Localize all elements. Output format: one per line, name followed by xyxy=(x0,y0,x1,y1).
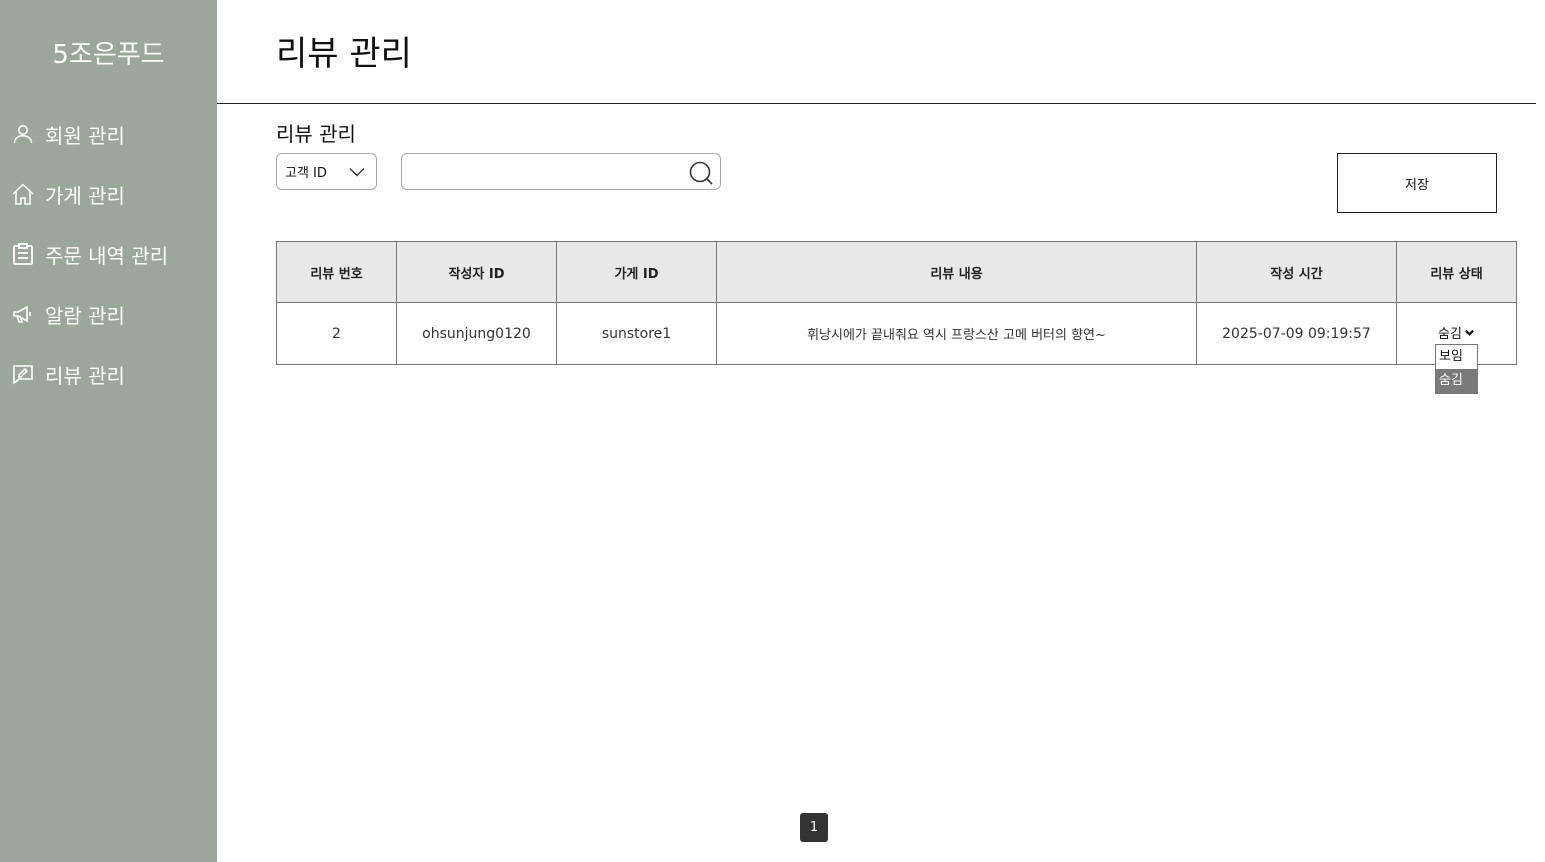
sidebar-item-label: 가게 관리 xyxy=(45,183,125,208)
megaphone-icon xyxy=(10,301,36,327)
column-header-content: 리뷰 내용 xyxy=(716,241,1197,303)
sidebar: 5조은푸드 회원 관리 가게 관리 주문 내역 관리 알람 관리 리뷰 관리 xyxy=(0,0,217,862)
sidebar-item-stores[interactable]: 가게 관리 xyxy=(10,178,125,210)
column-header-created-at: 작성 시간 xyxy=(1196,241,1397,303)
cell-review-no: 2 xyxy=(276,302,397,365)
search-box[interactable] xyxy=(401,153,721,190)
column-header-author-id: 작성자 ID xyxy=(396,241,557,303)
chevron-down-icon xyxy=(1465,329,1474,336)
section-label: 리뷰 관리 xyxy=(276,122,356,146)
status-option-visible[interactable]: 보임 xyxy=(1436,345,1477,369)
main-content: 리뷰 관리 리뷰 관리 고객 ID 저장 리뷰 번호 작성자 ID 가게 ID … xyxy=(217,0,1545,862)
chevron-down-icon xyxy=(349,168,365,177)
status-option-hidden[interactable]: 숨김 xyxy=(1436,369,1477,393)
review-table: 리뷰 번호 작성자 ID 가게 ID 리뷰 내용 작성 시간 리뷰 상태 2 o… xyxy=(276,241,1517,365)
cell-created-at: 2025-07-09 09:19:57 xyxy=(1196,302,1397,365)
table-header-row: 리뷰 번호 작성자 ID 가게 ID 리뷰 내용 작성 시간 리뷰 상태 xyxy=(276,241,1517,303)
cell-content: 휘낭시에가 끝내줘요 역시 프랑스산 고메 버터의 향연~ xyxy=(716,302,1197,365)
cell-store-id: sunstore1 xyxy=(556,302,717,365)
cell-author-id: ohsunjung0120 xyxy=(396,302,557,365)
sidebar-item-alarms[interactable]: 알람 관리 xyxy=(10,298,125,330)
status-select[interactable]: 숨김 xyxy=(1438,323,1475,342)
status-select-value: 숨김 xyxy=(1438,327,1462,342)
filter-type-select[interactable]: 고객 ID xyxy=(276,153,377,190)
sidebar-item-label: 리뷰 관리 xyxy=(45,363,125,388)
filter-type-value: 고객 ID xyxy=(285,166,327,181)
review-icon xyxy=(10,361,36,387)
sidebar-item-orders[interactable]: 주문 내역 관리 xyxy=(10,238,168,270)
house-icon xyxy=(10,181,36,207)
clipboard-icon xyxy=(10,241,36,267)
column-header-review-no: 리뷰 번호 xyxy=(276,241,397,303)
search-icon[interactable] xyxy=(688,160,714,186)
page-title: 리뷰 관리 xyxy=(276,34,412,74)
pagination-page-1[interactable]: 1 xyxy=(800,813,828,842)
title-divider xyxy=(217,103,1536,104)
sidebar-item-label: 주문 내역 관리 xyxy=(45,243,169,268)
sidebar-item-label: 회원 관리 xyxy=(45,123,125,148)
sidebar-item-members[interactable]: 회원 관리 xyxy=(10,118,125,150)
column-header-store-id: 가게 ID xyxy=(556,241,717,303)
user-icon xyxy=(10,121,36,147)
search-input[interactable] xyxy=(410,159,680,184)
sidebar-item-reviews[interactable]: 리뷰 관리 xyxy=(10,358,125,390)
column-header-status: 리뷰 상태 xyxy=(1396,241,1517,303)
brand-logo[interactable]: 5조은푸드 xyxy=(0,34,217,71)
table-row[interactable]: 2 ohsunjung0120 sunstore1 휘낭시에가 끝내줘요 역시 … xyxy=(276,302,1517,365)
save-button[interactable]: 저장 xyxy=(1337,153,1497,213)
sidebar-item-label: 알람 관리 xyxy=(45,303,125,328)
status-dropdown-list: 보임 숨김 xyxy=(1435,344,1478,394)
